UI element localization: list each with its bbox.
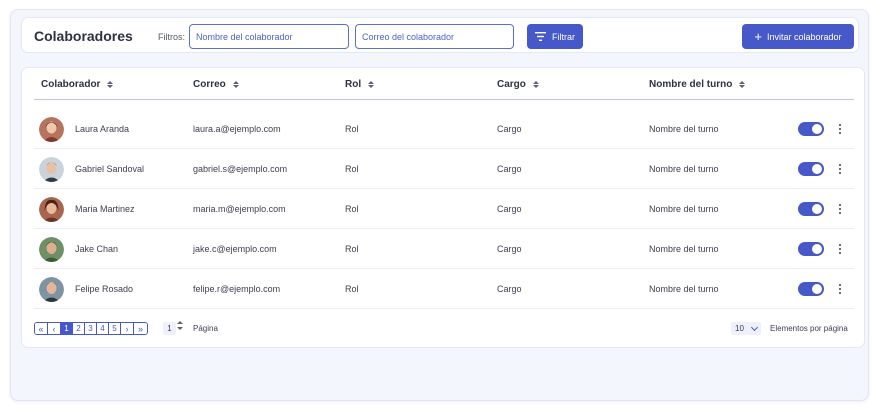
filters-label: Filtros: [158,32,185,42]
collaborator-position: Cargo [497,124,522,134]
current-page-field[interactable]: 1 [163,322,176,335]
page-button-3[interactable]: 3 [85,323,97,334]
column-header-email[interactable]: Correo [193,79,239,90]
column-header-shift[interactable]: Nombre del turno [649,79,746,90]
collaborator-email: laura.a@ejemplo.com [193,124,281,134]
items-per-page-value: 10 [735,324,744,333]
avatar [39,197,64,222]
page-title: Colaboradores [34,28,133,44]
filter-icon [535,32,546,41]
column-label: Correo [193,79,226,90]
more-options-icon[interactable] [836,121,844,137]
more-options-icon[interactable] [836,281,844,297]
active-toggle[interactable] [798,162,824,176]
first-page-icon[interactable]: « [35,323,48,334]
collaborator-name: Jake Chan [75,244,119,254]
collaborator-shift: Nombre del turno [649,164,719,174]
collaborator-role: Rol [345,284,359,294]
avatar [39,237,64,262]
collaborator-email-input[interactable] [355,24,514,49]
avatar [39,117,64,142]
page-button-2[interactable]: 2 [73,323,85,334]
active-toggle[interactable] [798,202,824,216]
table-row: Jake Chan jake.c@ejemplo.com Rol Cargo N… [34,229,854,269]
sort-icon[interactable] [739,81,746,88]
pagination: « ‹ 1 2 3 4 5 › » [34,322,148,335]
active-toggle[interactable] [798,282,824,296]
more-options-icon[interactable] [836,241,844,257]
collaborator-position: Cargo [497,164,522,174]
table-row: Gabriel Sandoval gabriel.s@ejemplo.com R… [34,149,854,189]
sort-icon[interactable] [107,81,114,88]
filter-button-label: Filtrar [552,31,575,42]
column-label: Colaborador [41,79,101,90]
collaborator-role: Rol [345,244,359,254]
collaborator-shift: Nombre del turno [649,204,719,214]
next-page-icon[interactable]: › [121,323,134,334]
page-stepper-icon[interactable] [177,321,183,330]
header-bar: Colaboradores Filtros: Filtrar + Invitar… [21,17,859,53]
filter-button[interactable]: Filtrar [527,24,583,49]
column-label: Nombre del turno [649,79,733,90]
collaborator-name: Gabriel Sandoval [75,164,145,174]
collaborator-role: Rol [345,124,359,134]
collaborator-email: jake.c@ejemplo.com [193,244,277,254]
table-row: Laura Aranda laura.a@ejemplo.com Rol Car… [34,109,854,149]
page-button-5[interactable]: 5 [109,323,121,334]
chevron-down-icon [750,323,758,331]
previous-page-icon[interactable]: ‹ [48,323,61,334]
column-header-collaborator[interactable]: Colaborador [41,79,114,90]
items-per-page-label: Elementos por página [770,324,848,333]
collaborators-table: Colaborador Correo Rol Cargo Nombre del … [21,67,865,348]
sort-icon[interactable] [232,81,239,88]
collaborator-email: maria.m@ejemplo.com [193,204,286,214]
avatar [39,277,64,302]
table-row: Maria Martinez maria.m@ejemplo.com Rol C… [34,189,854,229]
table-header: Colaborador Correo Rol Cargo Nombre del … [34,76,854,100]
sort-icon[interactable] [532,81,539,88]
app-frame: Colaboradores Filtros: Filtrar + Invitar… [10,9,869,401]
avatar [39,157,64,182]
collaborator-name: Maria Martinez [75,204,135,214]
collaborator-shift: Nombre del turno [649,244,719,254]
invite-button-label: Invitar colaborador [767,31,842,42]
collaborator-position: Cargo [497,244,522,254]
collaborator-name: Laura Aranda [75,124,130,134]
collaborator-role: Rol [345,164,359,174]
last-page-icon[interactable]: » [134,323,147,334]
collaborator-position: Cargo [497,284,522,294]
page-label: Página [193,324,218,333]
sort-icon[interactable] [368,81,375,88]
plus-icon: + [754,29,763,44]
collaborator-position: Cargo [497,204,522,214]
column-header-role[interactable]: Rol [345,79,375,90]
collaborator-role: Rol [345,204,359,214]
active-toggle[interactable] [798,242,824,256]
column-label: Cargo [497,79,526,90]
column-header-position[interactable]: Cargo [497,79,539,90]
collaborator-shift: Nombre del turno [649,284,719,294]
page-button-1[interactable]: 1 [61,323,73,334]
invite-collaborator-button[interactable]: + Invitar colaborador [742,24,854,49]
page-button-4[interactable]: 4 [97,323,109,334]
collaborator-email: gabriel.s@ejemplo.com [193,164,288,174]
collaborator-name-input[interactable] [189,24,349,49]
collaborator-email: felipe.r@ejemplo.com [193,284,281,294]
more-options-icon[interactable] [836,201,844,217]
more-options-icon[interactable] [836,161,844,177]
items-per-page-select[interactable]: 10 [731,322,761,335]
column-label: Rol [345,79,362,90]
table-row: Felipe Rosado felipe.r@ejemplo.com Rol C… [34,269,854,309]
collaborator-name: Felipe Rosado [75,284,134,294]
collaborator-shift: Nombre del turno [649,124,719,134]
active-toggle[interactable] [798,122,824,136]
